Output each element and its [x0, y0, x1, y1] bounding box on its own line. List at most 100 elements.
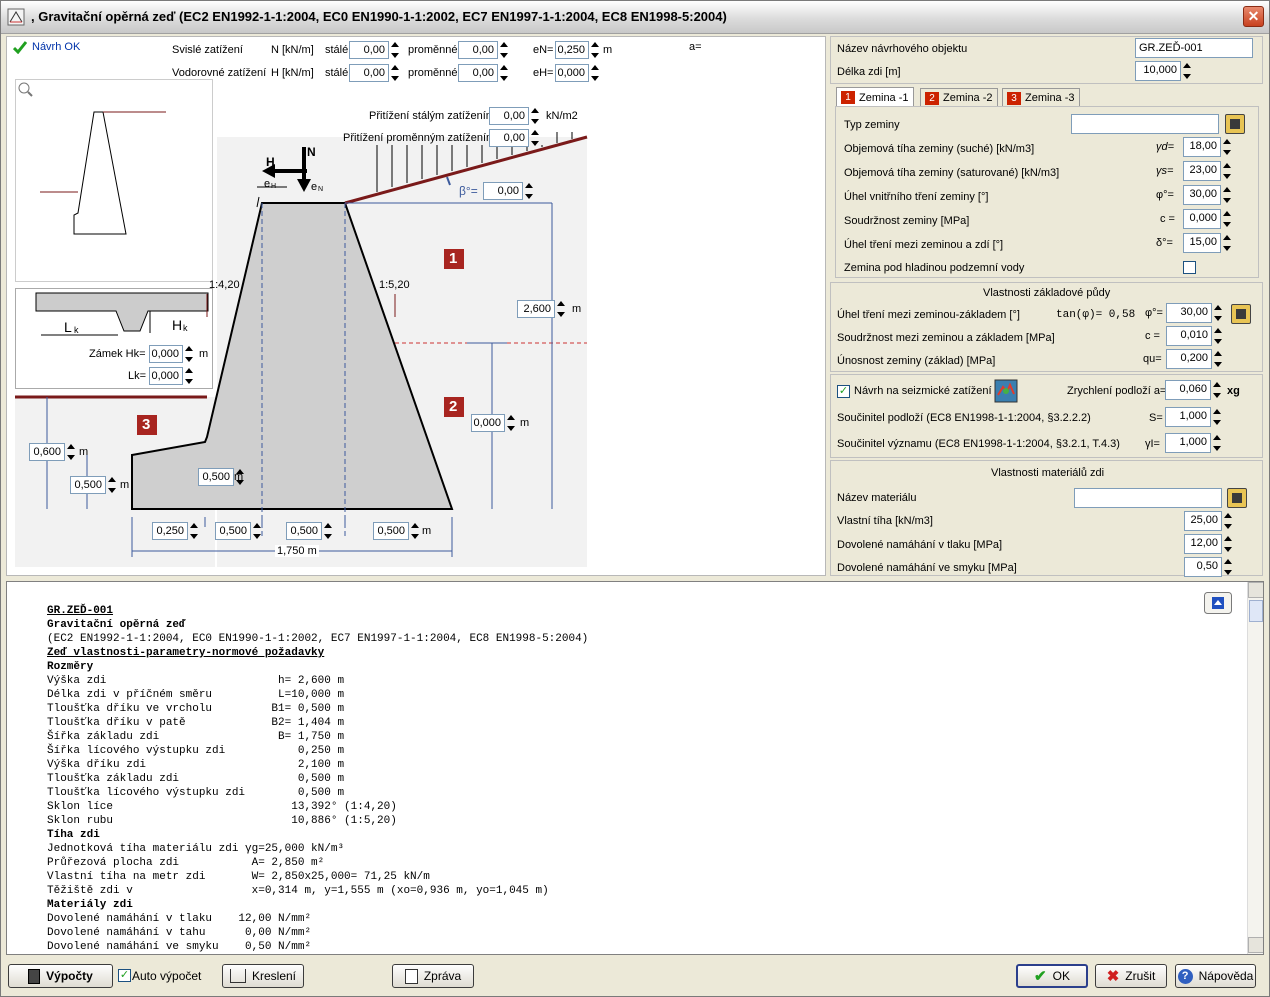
material-shear-spinner[interactable]: 0,50: [1184, 557, 1233, 577]
soil-picker-icon[interactable]: [1225, 114, 1245, 134]
ok-button[interactable]: ✔ OK: [1016, 964, 1088, 988]
soil-sat-weight-spinner[interactable]: 23,00: [1183, 161, 1232, 181]
tab-soil-2[interactable]: 2 Zemina -2: [920, 88, 998, 107]
spin-arrows-icon[interactable]: [530, 129, 540, 147]
base-soil-title: Vlastnosti základové půdy: [983, 287, 1111, 299]
spin-arrows-icon[interactable]: [1212, 408, 1222, 426]
dim-toe-spinner[interactable]: 0,250: [152, 522, 199, 540]
spin-arrows-icon[interactable]: [410, 522, 420, 540]
title-bar[interactable]: , Gravitační opěrná zeď (EC2 EN1992-1-1:…: [1, 1, 1269, 34]
help-button[interactable]: ? Nápověda: [1175, 964, 1256, 988]
wall-length-spinner[interactable]: 10,000: [1135, 61, 1192, 81]
cancel-button[interactable]: ✖ Zrušit: [1095, 964, 1167, 988]
material-weight-label: Vlastní tíha [kN/m3]: [837, 515, 933, 527]
material-name-input[interactable]: [1074, 488, 1222, 508]
dim-back-spinner[interactable]: 0,500: [373, 522, 420, 540]
importance-factor-symbol: γI=: [1145, 438, 1160, 450]
spin-arrows-icon[interactable]: [1223, 558, 1233, 576]
report-panel[interactable]: GR.ZEĎ-001 Gravitační opěrná zeď (EC2 EN19…: [6, 581, 1264, 955]
base-capacity-label: Únosnost zeminy (základ) [MPa]: [837, 355, 996, 367]
auto-calc-checkbox[interactable]: ✓: [118, 969, 131, 982]
report-button[interactable]: Zpráva: [392, 964, 474, 988]
surcharge-var-spinner[interactable]: 0,00: [489, 129, 540, 147]
spin-arrows-icon[interactable]: [1212, 434, 1222, 452]
dim-face-spinner[interactable]: 0,500: [215, 522, 262, 540]
spin-arrows-icon[interactable]: [524, 182, 534, 200]
spin-arrows-icon[interactable]: [189, 522, 199, 540]
spin-arrows-icon[interactable]: [1222, 162, 1232, 180]
material-compression-spinner[interactable]: 12,00: [1184, 534, 1233, 554]
report-line: (EC2 EN1992-1-1:2004, EC0 EN1990-1-1:200…: [47, 633, 589, 645]
spin-arrows-icon[interactable]: [1223, 535, 1233, 553]
report-line: Šířka lícového výstupku zdi 0,250 m: [47, 745, 345, 757]
close-button[interactable]: ✕: [1243, 6, 1264, 27]
tab-soil-3[interactable]: 3 Zemina -3: [1002, 88, 1080, 107]
spin-arrows-icon[interactable]: [1222, 210, 1232, 228]
h2-spinner[interactable]: 0,000: [471, 414, 516, 432]
base-picker-icon[interactable]: [1231, 304, 1251, 324]
surcharge-perm-spinner[interactable]: 0,00: [489, 107, 540, 125]
spin-arrows-icon[interactable]: [1212, 381, 1222, 399]
groundwater-checkbox[interactable]: [1183, 261, 1196, 274]
spin-arrows-icon[interactable]: [323, 522, 333, 540]
beta-spinner[interactable]: 0,00: [483, 182, 534, 200]
soil-dry-weight-spinner[interactable]: 18,00: [1183, 137, 1232, 157]
soil-friction-spinner[interactable]: 30,00: [1183, 185, 1232, 205]
importance-factor-spinner[interactable]: 1,000: [1165, 433, 1222, 453]
soil-wall-friction-symbol: δ°=: [1156, 237, 1173, 249]
dim-top-spinner[interactable]: 0,500: [286, 522, 333, 540]
spin-arrows-icon[interactable]: [1213, 327, 1223, 345]
spin-arrows-icon[interactable]: [1213, 304, 1223, 322]
tab-soil-1[interactable]: 1 Zemina -1: [836, 87, 914, 107]
spin-arrows-icon[interactable]: [506, 414, 516, 432]
seismic-group: ✓ Návrh na seizmické zatížení Zrychlení …: [830, 374, 1263, 458]
spin-arrows-icon[interactable]: [1223, 512, 1233, 530]
ok-check-icon: ✔: [1034, 968, 1047, 985]
report-line: Rozměry: [47, 661, 94, 673]
left-height-spinner[interactable]: 0,600: [29, 443, 76, 461]
scroll-up-button[interactable]: [1248, 582, 1263, 598]
soil-group: Typ zeminy Objemová tíha zeminy (suché) …: [835, 106, 1259, 278]
seismic-map-icon[interactable]: [994, 379, 1018, 403]
soil-wall-friction-spinner[interactable]: 15,00: [1183, 233, 1232, 253]
report-line: Těžiště zdi v x=0,314 m, y=1,555 m (xo=0…: [47, 885, 549, 897]
scroll-thumb[interactable]: [1249, 600, 1263, 622]
base-capacity-spinner[interactable]: 0,200: [1166, 349, 1223, 369]
spin-arrows-icon[interactable]: [1213, 350, 1223, 368]
calculate-button[interactable]: Výpočty: [8, 964, 113, 988]
base-cohesion-spinner[interactable]: 0,010: [1166, 326, 1223, 346]
scroll-top-icon[interactable]: [1204, 592, 1232, 614]
project-name-input[interactable]: GR.ZEĎ-001: [1135, 38, 1253, 58]
report-scrollbar[interactable]: [1247, 582, 1263, 954]
total-width-label: 1,750 m: [275, 545, 319, 557]
spin-arrows-icon[interactable]: [1222, 138, 1232, 156]
base-cohesion-symbol: c =: [1145, 330, 1160, 342]
spin-arrows-icon[interactable]: [1182, 62, 1192, 80]
height-spinner[interactable]: 2,600: [517, 300, 566, 318]
report-line: Délka zdi v příčném směru L=10,000 m: [47, 689, 345, 701]
seismic-acc-label: Zrychlení podloží a=: [1067, 385, 1167, 397]
spin-arrows-icon[interactable]: [530, 107, 540, 125]
spin-arrows-icon[interactable]: [1222, 186, 1232, 204]
soil-cohesion-spinner[interactable]: 0,000: [1183, 209, 1232, 229]
spin-arrows-icon[interactable]: [556, 300, 566, 318]
spin-arrows-icon[interactable]: [107, 476, 117, 494]
eh-symbol: e: [264, 178, 271, 190]
spin-arrows-icon[interactable]: [66, 443, 76, 461]
toe-thickness-spinner[interactable]: 0,500: [70, 476, 117, 494]
spin-arrows-icon[interactable]: [1222, 234, 1232, 252]
base-friction-spinner[interactable]: 30,00: [1166, 303, 1223, 323]
scroll-down-button[interactable]: [1248, 937, 1263, 953]
material-compression-label: Dovolené namáhání v tlaku [MPa]: [837, 539, 1003, 551]
seismic-acc-spinner[interactable]: 0,060: [1165, 380, 1222, 400]
report-line: Vlastní tíha na metr zdi W= 2,850x25,000…: [47, 871, 430, 883]
wall-length-label: Délka zdi [m]: [837, 66, 901, 78]
subsoil-factor-spinner[interactable]: 1,000: [1165, 407, 1222, 427]
report-line: Dovolené namáhání v tlaku 12,00 N/mm²: [47, 913, 312, 925]
spin-arrows-icon[interactable]: [252, 522, 262, 540]
material-weight-spinner[interactable]: 25,00: [1184, 511, 1233, 531]
draw-button[interactable]: Kreslení: [222, 964, 304, 988]
material-picker-icon[interactable]: [1227, 488, 1247, 508]
soil-type-input[interactable]: [1071, 114, 1219, 134]
seismic-checkbox[interactable]: ✓: [837, 385, 850, 398]
